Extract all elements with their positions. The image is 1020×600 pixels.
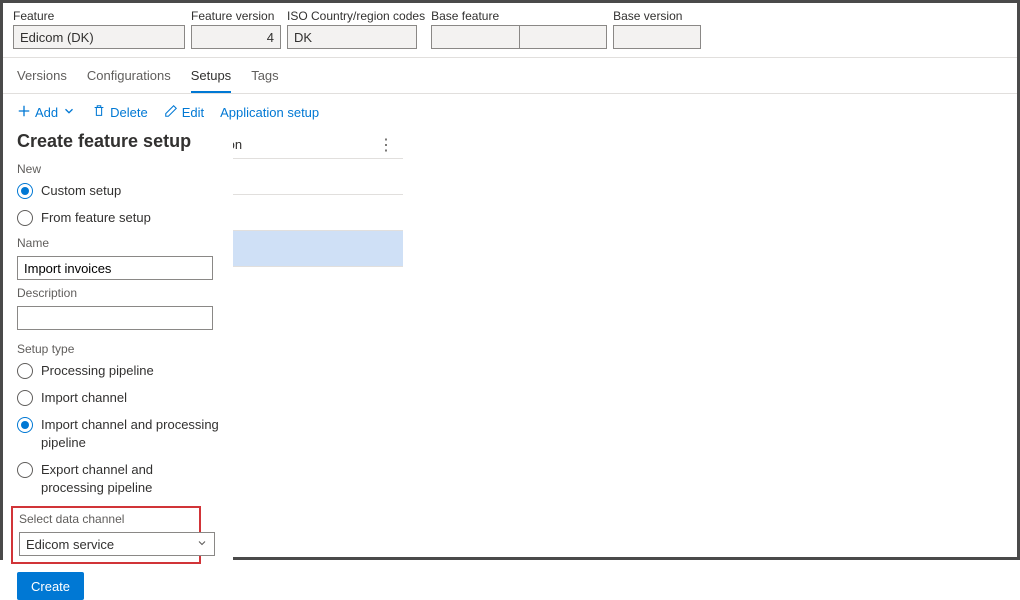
- edit-button[interactable]: Edit: [164, 104, 204, 121]
- panel-title: Create feature setup: [17, 131, 219, 152]
- delete-label: Delete: [110, 105, 148, 120]
- radio-from-feature-setup[interactable]: From feature setup: [17, 209, 219, 226]
- select-channel-label: Select data channel: [19, 512, 193, 526]
- radio-processing-pipeline[interactable]: Processing pipeline: [17, 362, 219, 379]
- grid-more-icon[interactable]: ⋮: [378, 135, 395, 155]
- create-feature-setup-panel: Create feature setup New Custom setup Fr…: [3, 131, 233, 600]
- name-label: Name: [17, 236, 219, 250]
- data-grid: iption ⋮: [203, 131, 403, 267]
- iso-label: ISO Country/region codes: [287, 9, 425, 23]
- table-row[interactable]: [203, 231, 403, 267]
- base-version-group: Base version: [613, 9, 701, 49]
- edit-label: Edit: [182, 105, 204, 120]
- select-data-channel-dropdown[interactable]: Edicom service: [19, 532, 215, 556]
- radio-import-pipeline-label: Import channel and processing pipeline: [41, 416, 219, 451]
- base-feature-label: Base feature: [431, 9, 607, 23]
- tab-versions[interactable]: Versions: [17, 68, 67, 93]
- header-fields: Feature Feature version ISO Country/regi…: [3, 3, 1017, 58]
- tab-setups[interactable]: Setups: [191, 68, 231, 93]
- radio-import-channel[interactable]: Import channel: [17, 389, 219, 406]
- feature-version-label: Feature version: [191, 9, 281, 23]
- feature-label: Feature: [13, 9, 185, 23]
- create-label: Create: [31, 579, 70, 594]
- radio-icon: [17, 183, 33, 199]
- feature-field-group: Feature: [13, 9, 185, 49]
- tab-tags[interactable]: Tags: [251, 68, 278, 93]
- base-version-input[interactable]: [613, 25, 701, 49]
- radio-import-channel-label: Import channel: [41, 390, 127, 405]
- create-button[interactable]: Create: [17, 572, 84, 600]
- grid-rows: [203, 159, 403, 267]
- iso-input[interactable]: [287, 25, 417, 49]
- setup-type-label: Setup type: [17, 342, 219, 356]
- app-setup-label: Application setup: [220, 105, 319, 120]
- tab-configurations[interactable]: Configurations: [87, 68, 171, 93]
- application-setup-button[interactable]: Application setup: [220, 105, 319, 120]
- feature-input[interactable]: [13, 25, 185, 49]
- base-feature-input-2[interactable]: [519, 25, 607, 49]
- tabs: Versions Configurations Setups Tags: [3, 58, 1017, 94]
- base-feature-input-1[interactable]: [431, 25, 519, 49]
- pencil-icon: [164, 104, 178, 121]
- radio-export-pipeline-label: Export channel and processing pipeline: [41, 461, 219, 496]
- content-area: iption ⋮ Create feature setup New Custom…: [3, 131, 1017, 600]
- toolbar: Add Delete Edit Application setup: [3, 94, 1017, 131]
- add-label: Add: [35, 105, 58, 120]
- add-button[interactable]: Add: [17, 104, 76, 121]
- delete-button[interactable]: Delete: [92, 104, 148, 121]
- radio-from-feature-label: From feature setup: [41, 210, 151, 225]
- select-channel-value: Edicom service: [26, 537, 114, 552]
- select-data-channel-highlight: Select data channel Edicom service: [11, 506, 201, 564]
- radio-export-pipeline[interactable]: Export channel and processing pipeline: [17, 461, 219, 496]
- new-label: New: [17, 162, 219, 176]
- name-input[interactable]: [17, 256, 213, 280]
- radio-icon: [17, 417, 33, 433]
- description-label: Description: [17, 286, 219, 300]
- chevron-down-icon: [62, 104, 76, 121]
- radio-icon: [17, 210, 33, 226]
- table-row[interactable]: [203, 195, 403, 231]
- radio-icon: [17, 462, 33, 478]
- radio-import-pipeline[interactable]: Import channel and processing pipeline: [17, 416, 219, 451]
- radio-custom-label: Custom setup: [41, 183, 121, 198]
- base-version-label: Base version: [613, 9, 701, 23]
- radio-icon: [17, 390, 33, 406]
- base-feature-group: Base feature: [431, 9, 607, 49]
- table-row[interactable]: [203, 159, 403, 195]
- feature-version-input[interactable]: [191, 25, 281, 49]
- feature-version-group: Feature version: [191, 9, 281, 49]
- plus-icon: [17, 104, 31, 121]
- iso-group: ISO Country/region codes: [287, 9, 425, 49]
- radio-processing-label: Processing pipeline: [41, 363, 154, 378]
- trash-icon: [92, 104, 106, 121]
- radio-custom-setup[interactable]: Custom setup: [17, 182, 219, 199]
- description-input[interactable]: [17, 306, 213, 330]
- radio-icon: [17, 363, 33, 379]
- chevron-down-icon: [196, 537, 208, 552]
- grid-header: iption ⋮: [203, 131, 403, 159]
